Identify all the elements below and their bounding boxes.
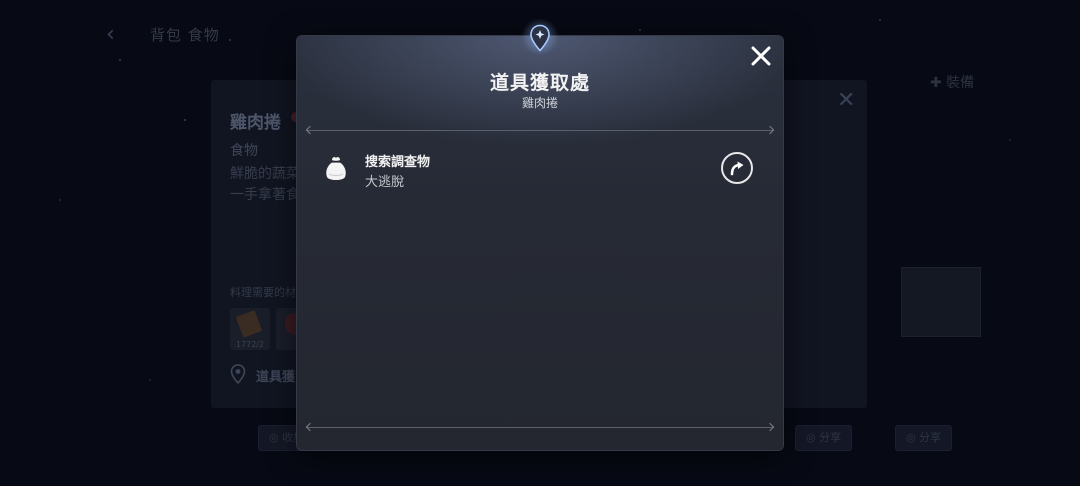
item-source-link[interactable]: 道具獲 bbox=[256, 366, 295, 385]
divider bbox=[307, 427, 773, 428]
item-name: 雞肉捲 bbox=[230, 113, 281, 133]
dialog-subtitle: 雞肉捲 bbox=[521, 96, 558, 110]
item-category: 食物 bbox=[230, 143, 258, 159]
card-close-icon[interactable]: ✕ bbox=[837, 88, 855, 113]
source-mode: 大逃脫 bbox=[365, 175, 405, 190]
dialog-title: 道具獲取處 bbox=[489, 72, 590, 94]
item-description-line1: 鮮脆的蔬菜 bbox=[230, 166, 300, 182]
source-list-item[interactable]: 搜索調查物 大逃脫 bbox=[319, 146, 759, 192]
close-icon[interactable] bbox=[749, 44, 773, 68]
pouch-icon bbox=[326, 156, 346, 180]
equip-tab[interactable]: ✚ 裝備 bbox=[930, 72, 974, 92]
bottom-action-button[interactable]: ◎ 分享 bbox=[895, 425, 953, 451]
bottom-action-button[interactable]: ◎ 分享 bbox=[795, 425, 853, 451]
item-description-line2: 一手拿著食 bbox=[230, 187, 300, 203]
ingredient-icon bbox=[235, 310, 263, 338]
breadcrumb: 背包 食物 bbox=[150, 26, 220, 44]
ingredient-slot[interactable]: 1772/2 bbox=[230, 308, 270, 350]
divider bbox=[307, 130, 773, 131]
source-name: 搜索調查物 bbox=[365, 155, 431, 170]
go-button[interactable] bbox=[721, 152, 753, 184]
back-arrow-icon[interactable]: ‹ bbox=[106, 22, 115, 47]
ingredient-count: 1772/2 bbox=[235, 340, 265, 349]
location-pin-icon bbox=[230, 364, 246, 384]
go-arrow-icon bbox=[730, 161, 744, 176]
item-preview-image bbox=[901, 267, 981, 337]
item-source-dialog: 道具獲取處 雞肉捲 搜索調查物 大逃脫 bbox=[297, 18, 783, 450]
recipe-label: 料理需要的材 bbox=[230, 286, 296, 299]
location-pin-icon bbox=[530, 24, 550, 52]
